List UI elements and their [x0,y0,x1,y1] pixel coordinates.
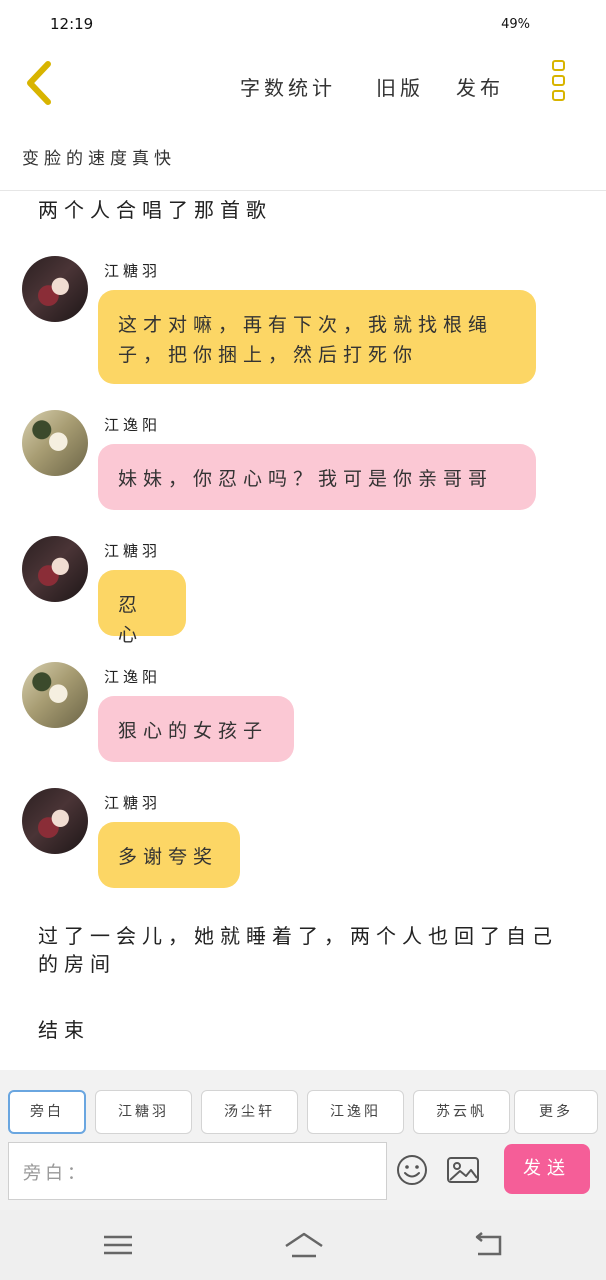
character-chip-narrator[interactable]: 旁白 [8,1090,86,1134]
send-button[interactable]: 发送 [504,1144,590,1194]
avatar[interactable] [22,788,88,854]
system-nav-bar [0,1210,606,1280]
status-time: 12:19 [50,15,94,33]
narration-line: 过了一会儿，她就睡着了，两个人也回了自己的房间 [38,924,558,976]
back-button[interactable] [18,58,62,108]
character-chip[interactable]: 苏云帆 [413,1090,510,1134]
avatar[interactable] [22,536,88,602]
message-bubble[interactable]: 忍心 [98,570,186,646]
battery-level: 49% [501,17,530,32]
back-chevron-icon [27,61,51,105]
sender-name: 江逸阳 [104,416,162,434]
top-bar: 字数统计 旧版 发布 [0,48,606,120]
nav-menu-icon[interactable] [98,1228,138,1262]
sender-name: 江糖羽 [104,542,162,560]
sender-name: 江糖羽 [104,262,162,280]
sender-name: 江糖羽 [104,794,162,812]
avatar[interactable] [22,410,88,476]
character-chip[interactable]: 汤尘轩 [201,1090,298,1134]
message-bubble[interactable]: 多谢夸奖 [98,822,240,888]
divider [0,190,606,191]
image-icon[interactable] [446,1156,480,1184]
emoji-icon[interactable] [396,1154,428,1186]
old-version-link[interactable]: 旧版 [376,72,424,101]
message-input[interactable]: 旁白： [8,1142,387,1200]
character-chip[interactable]: 江逸阳 [307,1090,404,1134]
status-bar: 12:19 49% [0,0,606,48]
story-title: 变脸的速度真快 [22,149,176,169]
character-chip[interactable]: 江糖羽 [95,1090,192,1134]
narration-line: 两个人合唱了那首歌 [38,198,272,222]
composer: 旁白 江糖羽 汤尘轩 江逸阳 苏云帆 更多 旁白： 发送 [0,1070,606,1210]
sender-name: 江逸阳 [104,668,162,686]
menu-dots-icon[interactable] [546,60,570,108]
message-bubble[interactable]: 这才对嘛，再有下次，我就找根绳子，把你捆上，然后打死你 [98,290,536,384]
nav-back-icon[interactable] [468,1228,508,1262]
narration-end: 结束 [38,1018,90,1042]
publish-link[interactable]: 发布 [456,72,504,101]
word-count-link[interactable]: 字数统计 [240,72,336,101]
avatar[interactable] [22,662,88,728]
message-bubble[interactable]: 狠心的女孩子 [98,696,294,762]
nav-home-icon[interactable] [282,1228,326,1262]
more-characters-button[interactable]: 更多 [514,1090,598,1134]
avatar[interactable] [22,256,88,322]
message-bubble[interactable]: 妹妹，你忍心吗？我可是你亲哥哥 [98,444,536,510]
